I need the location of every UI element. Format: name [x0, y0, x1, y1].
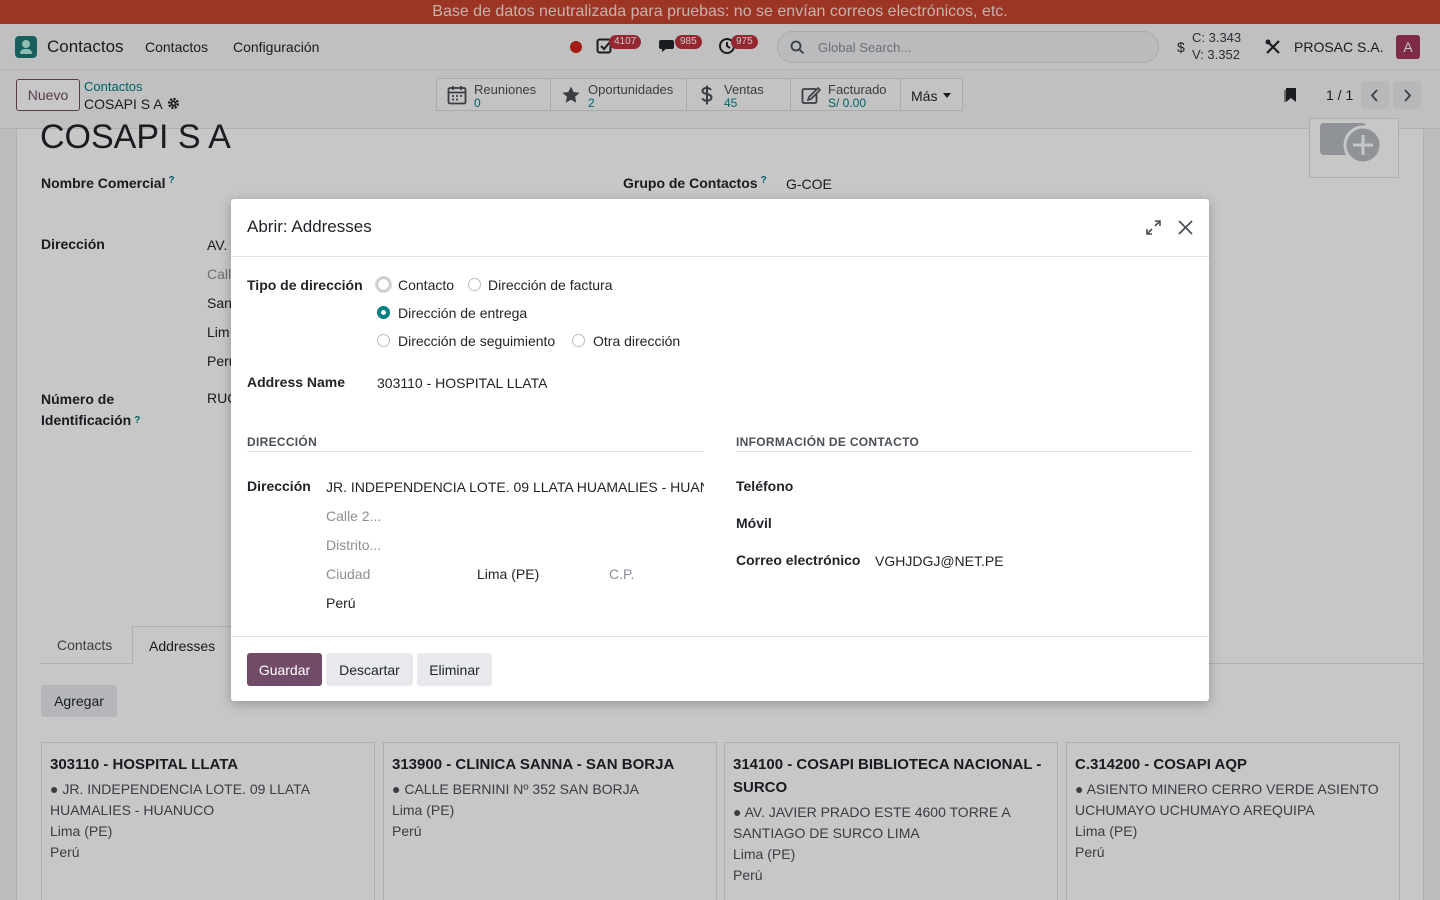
- section-divider: [247, 451, 704, 452]
- section-address-title: DIRECCIÓN: [247, 435, 318, 449]
- address-type-label: Tipo de dirección: [247, 277, 363, 293]
- mobile-label: Móvil: [736, 515, 772, 531]
- city-input[interactable]: Ciudad: [326, 566, 370, 582]
- district-input[interactable]: Distrito...: [326, 537, 381, 553]
- radio-contacto[interactable]: [377, 278, 390, 291]
- radio-direccion-factura-label[interactable]: Dirección de factura: [488, 277, 613, 293]
- address-name-label: Address Name: [247, 374, 346, 390]
- dialog-footer: Guardar Descartar Eliminar: [231, 636, 1209, 701]
- email-input[interactable]: VGHJDGJ@NET.PE: [875, 553, 1004, 569]
- delete-button[interactable]: Eliminar: [417, 653, 492, 686]
- dialog-header: Abrir: Addresses: [231, 199, 1209, 257]
- address-dialog: Abrir: Addresses Tipo de dirección Conta…: [231, 199, 1209, 701]
- dialog-title: Abrir: Addresses: [247, 217, 372, 236]
- section-contact-title: INFORMACIÓN DE CONTACTO: [736, 435, 920, 449]
- section-divider: [736, 451, 1193, 452]
- street-input[interactable]: JR. INDEPENDENCIA LOTE. 09 LLATA HUAMALI…: [326, 479, 704, 495]
- expand-icon[interactable]: [1146, 220, 1161, 235]
- radio-direccion-factura[interactable]: [468, 278, 481, 291]
- country-input[interactable]: Perú: [326, 595, 356, 611]
- street2-input[interactable]: Calle 2...: [326, 508, 381, 524]
- radio-direccion-seguimiento-label[interactable]: Dirección de seguimiento: [398, 333, 555, 349]
- state-input[interactable]: Lima (PE): [477, 566, 539, 582]
- radio-direccion-seguimiento[interactable]: [377, 334, 390, 347]
- radio-direccion-entrega[interactable]: [377, 306, 390, 319]
- radio-direccion-entrega-label[interactable]: Dirección de entrega: [398, 305, 527, 321]
- close-icon[interactable]: [1177, 219, 1194, 236]
- radio-contacto-label[interactable]: Contacto: [398, 277, 454, 293]
- discard-button[interactable]: Descartar: [326, 653, 413, 686]
- zip-input[interactable]: C.P.: [609, 566, 634, 582]
- address-name-input[interactable]: 303110 - HOSPITAL LLATA: [377, 375, 547, 391]
- phone-label: Teléfono: [736, 478, 794, 494]
- street-label: Dirección: [247, 478, 311, 494]
- radio-otra-direccion[interactable]: [572, 334, 585, 347]
- radio-otra-direccion-label[interactable]: Otra dirección: [593, 333, 680, 349]
- save-button[interactable]: Guardar: [247, 653, 322, 686]
- email-label: Correo electrónico: [736, 552, 861, 568]
